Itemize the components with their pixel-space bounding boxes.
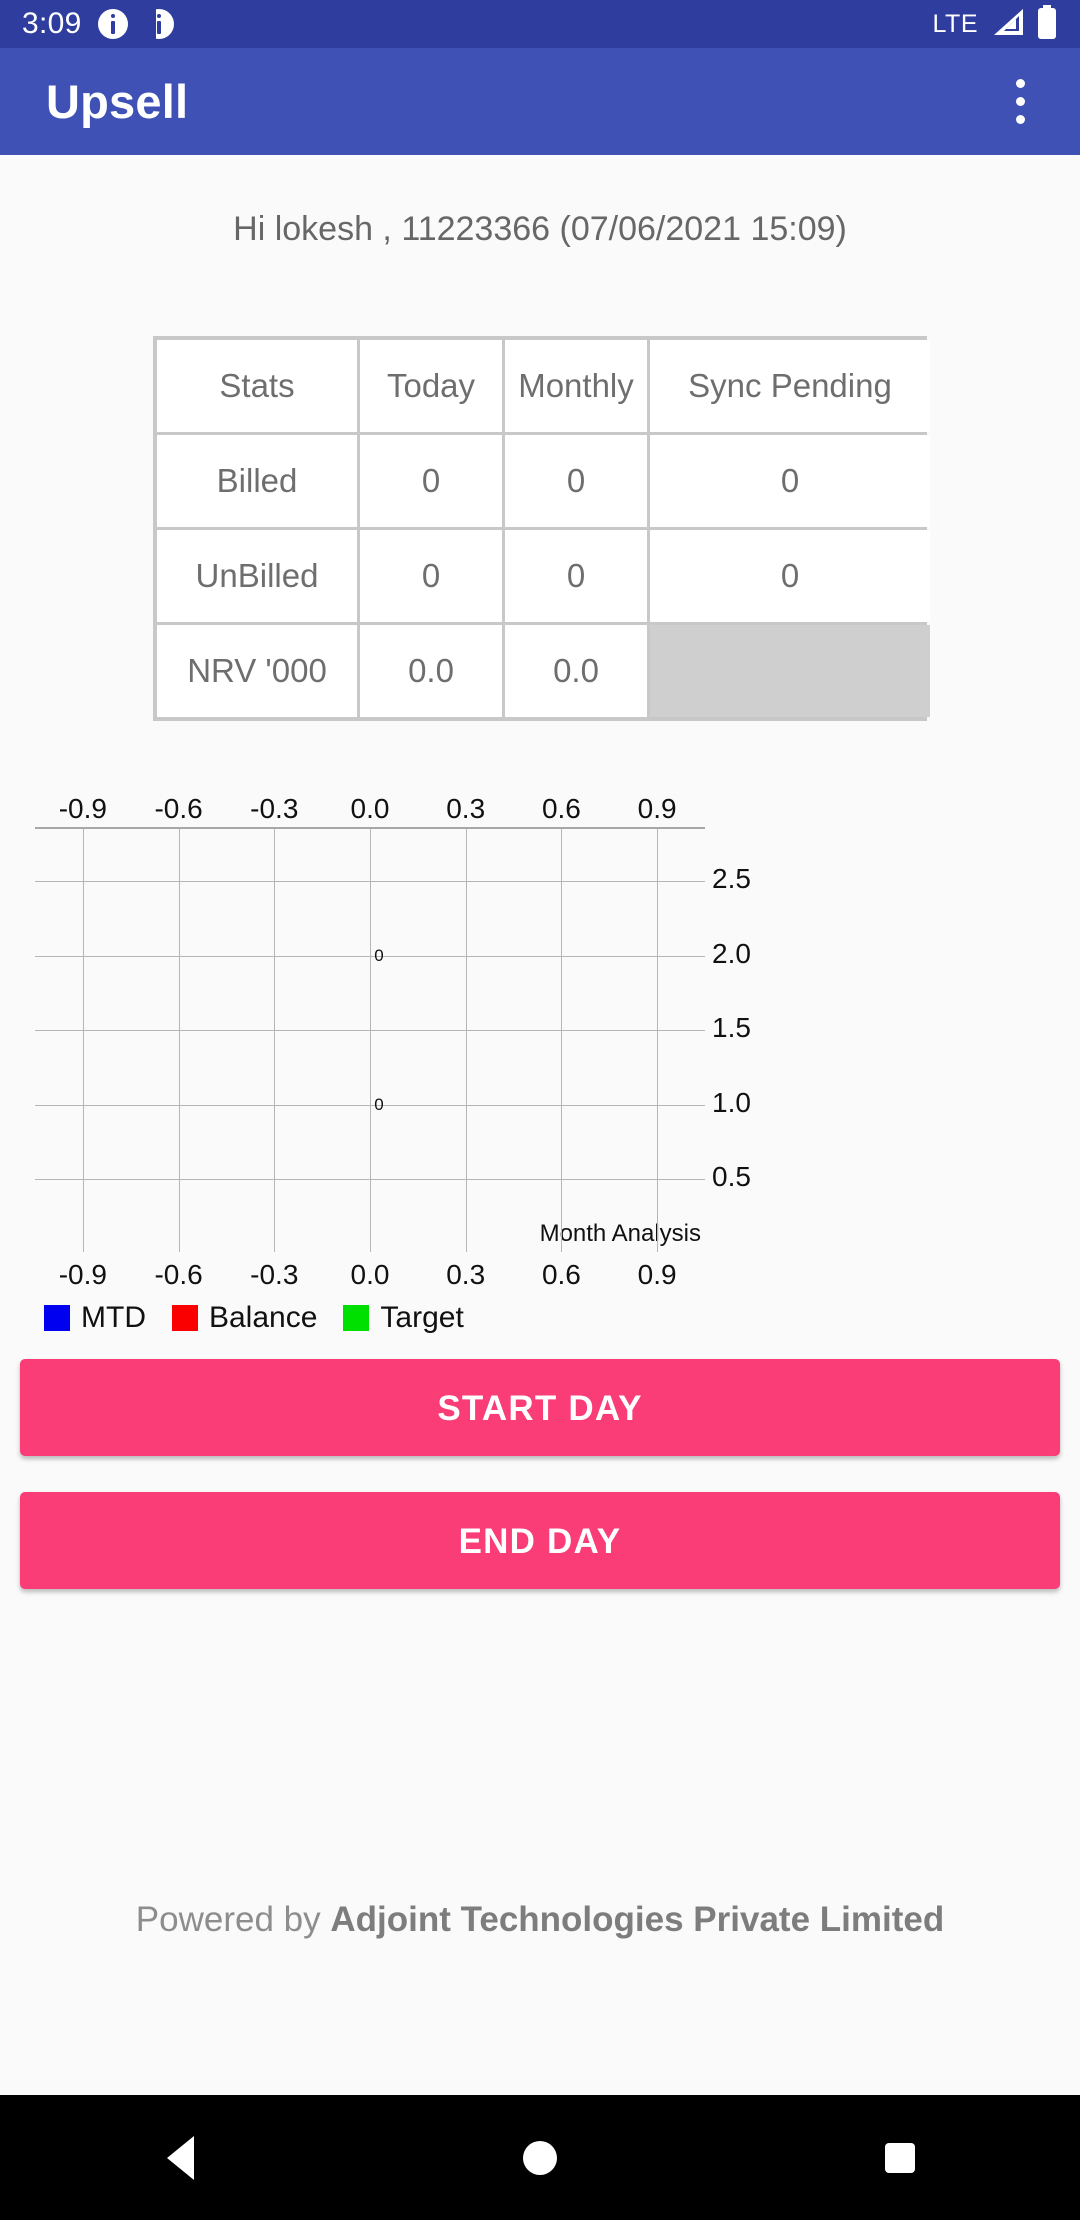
table-row: Billed 0 0 0: [157, 435, 930, 527]
chart-plot-area: Month Analysis 0 0: [35, 827, 705, 1252]
header-today: Today: [360, 340, 502, 432]
x-tick-label: -0.9: [58, 1259, 107, 1290]
main-content: Hi lokesh , 11223366 (07/06/2021 15:09) …: [0, 155, 1080, 2095]
table-header-row: Stats Today Monthly Sync Pending: [157, 340, 930, 432]
cell-billed-sync: 0: [650, 435, 930, 527]
battery-icon: [1036, 4, 1058, 44]
footer-credit: Powered by Adjoint Technologies Private …: [0, 1900, 1080, 1940]
grid-line-vertical: [370, 829, 371, 1252]
grid-line-horizontal: [35, 881, 705, 883]
legend-label-target: Target: [380, 1301, 464, 1334]
x-tick-label: 0.9: [637, 793, 677, 824]
legend-swatch-mtd: [44, 1305, 70, 1331]
x-tick-label: -0.3: [250, 1259, 299, 1290]
x-tick-label: 0.6: [541, 1259, 581, 1290]
x-tick-label: 0.0: [350, 793, 390, 824]
footer-company: Adjoint Technologies Private Limited: [330, 1900, 945, 1939]
table-row: NRV '000 0.0 0.0: [157, 625, 930, 717]
grid-line-vertical: [465, 829, 467, 1252]
grid-line-vertical: [657, 829, 659, 1252]
back-triangle-icon[interactable]: [120, 2118, 240, 2198]
footer-prefix: Powered by: [135, 1900, 331, 1939]
chart-x-axis-top: -0.9 -0.6 -0.3 0.0 0.3 0.6 0.9: [35, 791, 705, 825]
info-circle-half-icon: [143, 9, 174, 39]
table-row: UnBilled 0 0 0: [157, 530, 930, 622]
row-label-unbilled: UnBilled: [157, 530, 357, 622]
y-tick-label: 2.0: [712, 937, 751, 969]
grid-line-horizontal: [35, 1179, 705, 1181]
grid-line-horizontal: [35, 1104, 705, 1106]
stats-table: Stats Today Monthly Sync Pending Billed …: [154, 337, 933, 720]
chart-x-axis-bottom: -0.9 -0.6 -0.3 0.0 0.3 0.6 0.9: [35, 1257, 705, 1291]
grid-line-horizontal: [35, 1030, 705, 1032]
y-tick-label: 1.5: [712, 1012, 751, 1044]
x-tick-label: -0.6: [154, 1259, 203, 1290]
x-tick-label: 0.9: [637, 1259, 677, 1290]
status-bar: 3:09 LTE: [0, 0, 1080, 48]
x-tick-label: 0.0: [350, 1259, 390, 1290]
x-tick-label: -0.3: [250, 793, 299, 824]
header-monthly: Monthly: [505, 340, 647, 432]
cell-nrv-today: 0.0: [360, 625, 502, 717]
y-tick-label: 1.0: [712, 1086, 751, 1118]
cell-billed-monthly: 0: [505, 435, 647, 527]
android-nav-bar: [0, 2095, 1080, 2220]
app-bar: Upsell: [0, 48, 1080, 155]
month-analysis-chart: -0.9 -0.6 -0.3 0.0 0.3 0.6 0.9 Month Analysis …: [0, 791, 1080, 1291]
cell-nrv-monthly: 0.0: [505, 625, 647, 717]
status-clock: 3:09: [22, 7, 82, 40]
signal-icon: [990, 7, 1024, 42]
data-point-label: 0: [374, 1094, 384, 1114]
cell-unbilled-sync: 0: [650, 530, 930, 622]
chart-legend: MTD Balance Target: [44, 1301, 1080, 1335]
header-stats: Stats: [157, 340, 357, 432]
recents-square-icon[interactable]: [840, 2118, 960, 2198]
x-tick-label: -0.9: [58, 793, 107, 824]
legend-item-target: Target: [343, 1301, 464, 1335]
data-point-label: 0: [374, 945, 384, 965]
greeting-text: Hi lokesh , 11223366 (07/06/2021 15:09): [233, 210, 847, 248]
end-day-button[interactable]: END DAY: [20, 1492, 1060, 1589]
cell-unbilled-today: 0: [360, 530, 502, 622]
network-type-label: LTE: [932, 9, 978, 38]
grid-line-vertical: [82, 829, 84, 1252]
cell-nrv-sync-empty: [650, 625, 930, 717]
row-label-nrv: NRV '000: [157, 625, 357, 717]
cell-unbilled-monthly: 0: [505, 530, 647, 622]
x-tick-label: 0.3: [446, 793, 486, 824]
y-tick-label: 0.5: [712, 1161, 751, 1193]
grid-line-vertical: [274, 829, 276, 1252]
x-tick-label: 0.3: [446, 1259, 486, 1290]
chart-annotation: Month Analysis: [539, 1220, 701, 1247]
chart-y-axis: 2.5 2.0 1.5 1.0 0.5: [712, 827, 802, 1252]
legend-item-balance: Balance: [171, 1301, 318, 1335]
status-bar-right: LTE: [932, 4, 1059, 44]
start-day-button[interactable]: START DAY: [20, 1359, 1060, 1456]
phone-screen: 3:09 LTE Upsell Hi lokesh , 11223366 (07…: [0, 0, 1080, 2220]
stats-table-container: Stats Today Monthly Sync Pending Billed …: [153, 336, 930, 721]
header-sync-pending: Sync Pending: [650, 340, 930, 432]
home-circle-icon[interactable]: [480, 2118, 600, 2198]
grid-line-vertical: [178, 829, 180, 1252]
grid-line-horizontal: [35, 955, 705, 957]
legend-label-balance: Balance: [208, 1301, 318, 1334]
x-tick-label: -0.6: [154, 793, 203, 824]
legend-swatch-target: [343, 1305, 370, 1331]
y-tick-label: 2.5: [712, 863, 751, 895]
info-circle-icon: [97, 9, 128, 39]
cell-billed-today: 0: [360, 435, 502, 527]
row-label-billed: Billed: [157, 435, 357, 527]
status-bar-left: 3:09: [22, 9, 174, 39]
grid-line-vertical: [561, 829, 563, 1252]
legend-swatch-balance: [171, 1305, 198, 1331]
page-title: Upsell: [46, 75, 189, 128]
legend-item-mtd: MTD: [44, 1301, 146, 1335]
legend-label-mtd: MTD: [81, 1301, 146, 1334]
x-tick-label: 0.6: [541, 793, 581, 824]
more-vertical-icon[interactable]: [990, 66, 1050, 138]
